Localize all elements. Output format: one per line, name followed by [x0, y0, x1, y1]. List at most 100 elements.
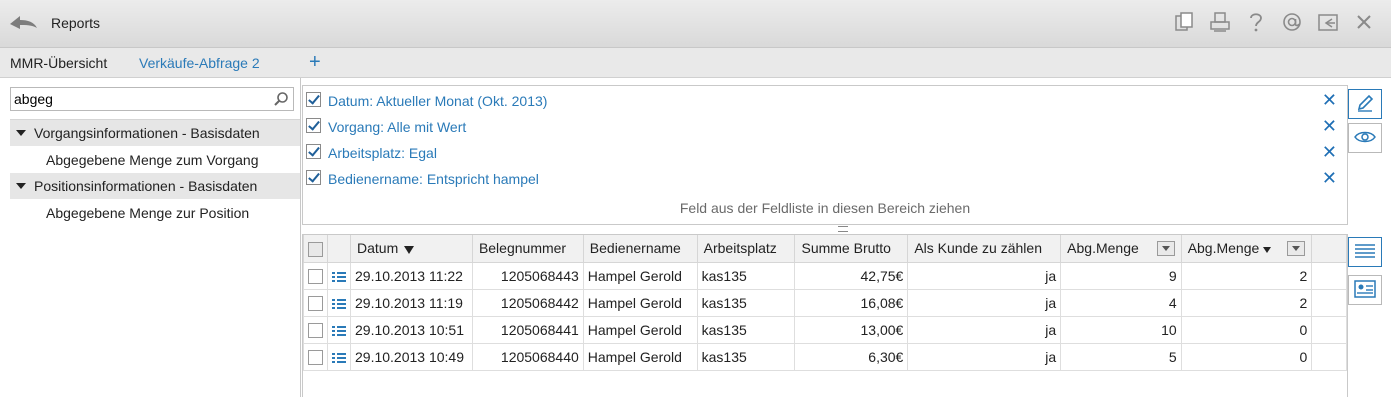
- filter-row: Bedienername: Entspricht hampel ✕: [303, 165, 1347, 191]
- remove-filter-icon[interactable]: ✕: [1322, 90, 1337, 111]
- sort-descending-icon: [404, 245, 415, 254]
- filter-checkbox[interactable]: [306, 118, 321, 133]
- add-tab-button[interactable]: +: [309, 51, 321, 74]
- filter-label[interactable]: Bedienername: Entspricht hampel: [328, 171, 539, 187]
- cell-filler: [1311, 288, 1347, 317]
- filter-label[interactable]: Datum: Aktueller Monat (Okt. 2013): [328, 93, 547, 109]
- detail-icon[interactable]: [332, 298, 346, 310]
- column-label: Arbeitsplatz: [703, 240, 777, 257]
- row-checkbox[interactable]: [308, 295, 323, 311]
- filter-checkbox[interactable]: [306, 144, 321, 159]
- cell-filler: [1311, 342, 1347, 371]
- cell-belegnummer: 1205068443: [471, 261, 584, 290]
- back-arrow-icon[interactable]: [6, 8, 40, 36]
- field-search-input[interactable]: [14, 90, 264, 108]
- row-select-cell: [303, 288, 328, 317]
- filter-checkbox[interactable]: [306, 170, 321, 185]
- tab-mmr-uebersicht[interactable]: MMR-Übersicht: [10, 55, 107, 71]
- card-view-button[interactable]: [1348, 275, 1382, 305]
- results-table: Datum Belegnummer Bedienername Arbeitspl…: [302, 234, 1348, 397]
- tab-verkaeufe-abfrage-2[interactable]: Verkäufe-Abfrage 2: [139, 55, 260, 71]
- column-header-arbeitsplatz[interactable]: Arbeitsplatz: [696, 235, 796, 263]
- cell-als-kunde: ja: [907, 261, 1062, 290]
- cell-als-kunde: ja: [907, 342, 1062, 371]
- cell-als-kunde: ja: [907, 315, 1062, 344]
- copy-icon[interactable]: [1173, 10, 1195, 34]
- column-label: Als Kunde zu zählen: [914, 240, 1042, 257]
- column-label: Abg.Menge: [1187, 240, 1260, 257]
- cell-abg-menge-1: 4: [1060, 288, 1182, 317]
- print-icon[interactable]: [1209, 10, 1231, 34]
- column-header-abg-menge-1[interactable]: Abg.Menge: [1060, 235, 1182, 263]
- cell-datum: 29.10.2013 11:19: [350, 288, 473, 317]
- preview-button[interactable]: [1348, 123, 1382, 153]
- row-checkbox[interactable]: [308, 268, 323, 284]
- tree-item-abgegebene-menge-vorgang[interactable]: Abgegebene Menge zum Vorgang: [10, 146, 300, 173]
- field-list-panel: Vorgangsinformationen - Basisdaten Abgeg…: [0, 78, 300, 397]
- tree-group-label: Vorgangsinformationen - Basisdaten: [34, 125, 260, 141]
- email-icon[interactable]: [1281, 10, 1303, 34]
- filter-row: Datum: Aktueller Monat (Okt. 2013) ✕: [303, 87, 1347, 113]
- cell-abg-menge-2: 2: [1180, 261, 1313, 290]
- close-icon[interactable]: [1353, 10, 1375, 34]
- column-header-datum[interactable]: Datum: [350, 235, 473, 263]
- column-header-summe-brutto[interactable]: Summe Brutto: [794, 235, 909, 263]
- remove-filter-icon[interactable]: ✕: [1322, 168, 1337, 189]
- table-row[interactable]: 29.10.2013 10:49 1205068440 Hampel Gerol…: [303, 342, 1347, 371]
- column-label: Abg.Menge: [1067, 240, 1139, 257]
- cell-abg-menge-1: 10: [1060, 315, 1182, 344]
- row-checkbox[interactable]: [308, 322, 323, 338]
- column-header-bedienername[interactable]: Bedienername: [582, 235, 698, 263]
- collapse-arrow-icon[interactable]: [16, 183, 26, 189]
- filter-label[interactable]: Vorgang: Alle mit Wert: [328, 119, 466, 135]
- export-icon[interactable]: [1317, 10, 1339, 34]
- cell-abg-menge-2: 0: [1180, 342, 1313, 371]
- table-row[interactable]: 29.10.2013 10:51 1205068441 Hampel Gerol…: [303, 315, 1347, 344]
- column-dropdown-icon[interactable]: [1287, 241, 1306, 256]
- row-detail-cell: [327, 261, 351, 290]
- row-select-cell: [303, 342, 328, 371]
- column-header-als-kunde[interactable]: Als Kunde zu zählen: [907, 235, 1062, 263]
- remove-filter-icon[interactable]: ✕: [1322, 142, 1337, 163]
- column-dropdown-icon[interactable]: [1156, 241, 1175, 256]
- filter-checkbox[interactable]: [306, 92, 321, 107]
- edit-filter-button[interactable]: [1348, 89, 1382, 119]
- column-header-belegnummer[interactable]: Belegnummer: [471, 235, 584, 263]
- cell-arbeitsplatz: kas135: [696, 342, 796, 371]
- tree-group-vorgangsinformationen[interactable]: Vorgangsinformationen - Basisdaten: [10, 120, 300, 146]
- table-row[interactable]: 29.10.2013 11:19 1205068442 Hampel Gerol…: [303, 288, 1347, 317]
- select-all-checkbox[interactable]: [308, 241, 323, 257]
- cell-bedienername: Hampel Gerold: [582, 261, 698, 290]
- cell-belegnummer: 1205068441: [471, 315, 584, 344]
- card-view-icon: [1353, 279, 1377, 302]
- collapse-arrow-icon[interactable]: [16, 130, 26, 136]
- table-row[interactable]: 29.10.2013 11:22 1205068443 Hampel Gerol…: [303, 261, 1347, 290]
- tree-item-label: Abgegebene Menge zur Position: [46, 205, 250, 221]
- detail-icon[interactable]: [332, 325, 346, 337]
- panel-splitter[interactable]: [300, 78, 301, 397]
- filter-label[interactable]: Arbeitsplatz: Egal: [328, 145, 437, 161]
- list-view-button[interactable]: [1348, 237, 1382, 267]
- cell-arbeitsplatz: kas135: [696, 315, 796, 344]
- list-view-icon: [1353, 242, 1377, 263]
- help-icon[interactable]: [1245, 10, 1267, 34]
- tree-group-positionsinformationen[interactable]: Positionsinformationen - Basisdaten: [10, 173, 300, 199]
- tree-item-abgegebene-menge-position[interactable]: Abgegebene Menge zur Position: [10, 199, 300, 226]
- row-detail-cell: [327, 288, 351, 317]
- cell-belegnummer: 1205068440: [471, 342, 584, 371]
- detail-icon[interactable]: [332, 271, 346, 283]
- area-splitter[interactable]: [838, 226, 848, 232]
- cell-datum: 29.10.2013 10:49: [350, 342, 473, 371]
- title-bar: Reports: [0, 0, 1391, 48]
- detail-icon[interactable]: [332, 352, 346, 364]
- remove-filter-icon[interactable]: ✕: [1322, 116, 1337, 137]
- cell-als-kunde: ja: [907, 288, 1062, 317]
- cell-summe-brutto: 16,08€: [794, 288, 909, 317]
- row-checkbox[interactable]: [308, 349, 323, 365]
- search-icon[interactable]: [273, 91, 289, 107]
- select-all-cell[interactable]: [303, 235, 328, 263]
- tab-bar: MMR-Übersicht Verkäufe-Abfrage 2 +: [0, 48, 1391, 78]
- detail-header: [327, 235, 351, 263]
- column-header-abg-menge-2[interactable]: Abg.Menge: [1180, 235, 1313, 263]
- cell-datum: 29.10.2013 11:22: [350, 261, 473, 290]
